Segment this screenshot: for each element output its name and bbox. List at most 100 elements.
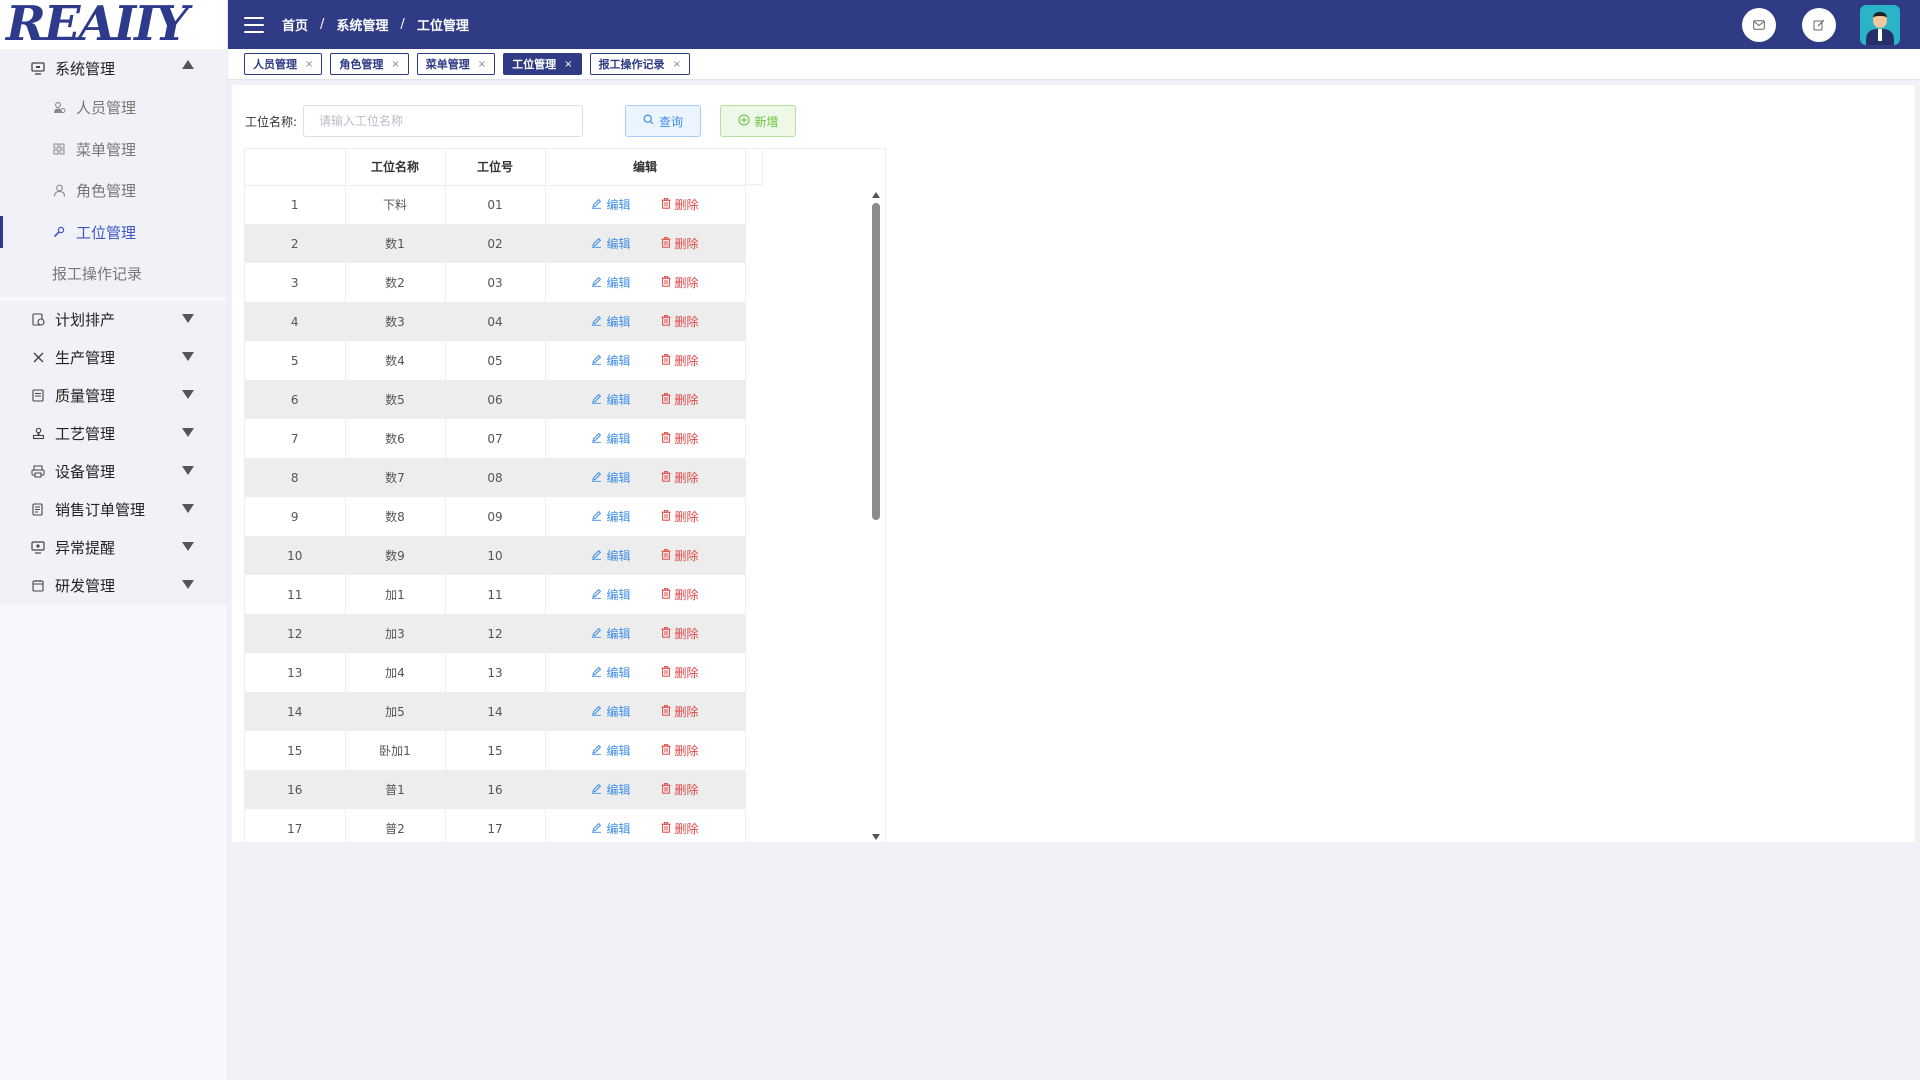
table-scrollbar[interactable] <box>870 190 882 842</box>
sidebar: REAIIY 系统管理 人员管理 菜单管理 角色管理 工位管理 报工操作记录 计划排产生… <box>0 0 228 1080</box>
edit-button[interactable]: 编辑 <box>591 235 631 252</box>
edit-label: 编辑 <box>606 237 631 251</box>
delete-button[interactable]: 删除 <box>661 391 699 408</box>
delete-button[interactable]: 删除 <box>661 820 699 837</box>
sidebar-item[interactable]: 设备管理 <box>0 453 227 491</box>
cell-actions: 编辑 删除 <box>545 380 746 419</box>
delete-button[interactable]: 删除 <box>661 196 699 213</box>
table-row: 12 加3 12 编辑 删除 <box>245 614 746 653</box>
tab-item[interactable]: 菜单管理 × <box>416 53 496 75</box>
delete-button[interactable]: 删除 <box>661 274 699 291</box>
table-row: 4 数3 04 编辑 删除 <box>245 302 746 341</box>
tab-item[interactable]: 人员管理 × <box>244 53 323 75</box>
trash-icon <box>661 665 671 680</box>
delete-button[interactable]: 删除 <box>661 352 699 369</box>
close-icon[interactable]: × <box>305 59 313 70</box>
tab-item[interactable]: 报工操作记录 × <box>589 53 690 75</box>
sidebar-sub-item[interactable]: 角色管理 <box>0 170 227 212</box>
breadcrumb-home[interactable]: 首页 <box>282 15 308 34</box>
search-label: 工位名称: <box>245 114 298 129</box>
delete-button[interactable]: 删除 <box>661 586 699 603</box>
edit-button[interactable]: 编辑 <box>591 196 631 213</box>
edit-button[interactable]: 编辑 <box>591 664 631 681</box>
sidebar-sub-item[interactable]: 报工操作记录 <box>0 253 227 295</box>
delete-button[interactable]: 删除 <box>661 742 699 759</box>
delete-label: 删除 <box>674 432 699 446</box>
table-row: 16 普1 16 编辑 删除 <box>245 770 746 809</box>
breadcrumb-system[interactable]: 系统管理 <box>336 15 388 34</box>
sidebar-item[interactable]: 质量管理 <box>0 377 227 415</box>
edit-icon <box>591 588 602 602</box>
close-icon[interactable]: × <box>478 59 486 70</box>
sidebar-item[interactable]: 异常提醒 <box>0 529 227 567</box>
edit-icon[interactable] <box>1802 7 1836 42</box>
delete-button[interactable]: 删除 <box>661 235 699 252</box>
sidebar-sub-item[interactable]: 菜单管理 <box>0 129 227 171</box>
avatar[interactable] <box>1860 4 1900 45</box>
delete-button[interactable]: 删除 <box>661 781 699 798</box>
delete-button[interactable]: 删除 <box>661 703 699 720</box>
schedule-icon <box>30 312 46 328</box>
edit-button[interactable]: 编辑 <box>591 820 631 837</box>
cell-station-number: 13 <box>445 653 546 692</box>
edit-button[interactable]: 编辑 <box>591 742 631 759</box>
sidebar-sub-item[interactable]: 工位管理 <box>0 212 227 254</box>
edit-button[interactable]: 编辑 <box>591 508 631 525</box>
edit-button[interactable]: 编辑 <box>591 625 631 642</box>
breadcrumb: 首页 / 系统管理 / 工位管理 <box>282 15 469 34</box>
delete-button[interactable]: 删除 <box>661 508 699 525</box>
edit-icon <box>591 354 602 368</box>
users-icon <box>52 101 66 115</box>
mail-icon[interactable] <box>1742 7 1776 42</box>
tab-item[interactable]: 角色管理 × <box>330 53 409 75</box>
top-header: 首页 / 系统管理 / 工位管理 <box>228 0 1920 49</box>
cell-index: 7 <box>245 419 346 458</box>
edit-button[interactable]: 编辑 <box>591 430 631 447</box>
edit-button[interactable]: 编辑 <box>591 703 631 720</box>
delete-button[interactable]: 删除 <box>661 430 699 447</box>
edit-button[interactable]: 编辑 <box>591 352 631 369</box>
edit-button[interactable]: 编辑 <box>591 586 631 603</box>
cell-station-number: 15 <box>445 731 546 770</box>
query-button[interactable]: 查询 <box>625 105 702 137</box>
scroll-thumb[interactable] <box>872 203 880 520</box>
menu-item-system[interactable]: 系统管理 <box>0 49 227 87</box>
close-icon[interactable]: × <box>391 59 399 70</box>
close-icon[interactable]: × <box>673 59 681 70</box>
close-icon[interactable]: × <box>564 59 572 70</box>
edit-button[interactable]: 编辑 <box>591 469 631 486</box>
tab-label: 菜单管理 <box>425 58 470 71</box>
hamburger-icon[interactable] <box>244 16 264 33</box>
edit-label: 编辑 <box>606 588 631 602</box>
sidebar-item[interactable]: 销售订单管理 <box>0 491 227 529</box>
sidebar-item[interactable]: 研发管理 <box>0 567 227 605</box>
delete-button[interactable]: 删除 <box>661 664 699 681</box>
sidebar-item[interactable]: 计划排产 <box>0 301 227 339</box>
monitor-icon <box>30 60 46 76</box>
scroll-up-icon[interactable] <box>872 192 880 198</box>
sidebar-item[interactable]: 工艺管理 <box>0 415 227 453</box>
station-name-input[interactable] <box>303 105 584 137</box>
edit-button[interactable]: 编辑 <box>591 781 631 798</box>
sidebar-sub-item[interactable]: 人员管理 <box>0 87 227 129</box>
edit-button[interactable]: 编辑 <box>591 313 631 330</box>
tab-item[interactable]: 工位管理 × <box>503 53 582 75</box>
delete-button[interactable]: 删除 <box>661 313 699 330</box>
cell-station-number: 11 <box>445 575 546 614</box>
search-row: 工位名称: 查询 新增 <box>245 105 797 137</box>
sidebar-sub-item-label: 报工操作记录 <box>52 265 143 284</box>
add-button[interactable]: 新增 <box>720 105 797 137</box>
delete-button[interactable]: 删除 <box>661 469 699 486</box>
edit-button[interactable]: 编辑 <box>591 547 631 564</box>
edit-icon <box>591 237 602 251</box>
edit-button[interactable]: 编辑 <box>591 391 631 408</box>
cell-station-name: 卧加1 <box>345 731 446 770</box>
sidebar-item[interactable]: 生产管理 <box>0 339 227 377</box>
cell-station-name: 加3 <box>345 614 446 653</box>
delete-button[interactable]: 删除 <box>661 547 699 564</box>
grid-icon <box>52 142 66 156</box>
edit-button[interactable]: 编辑 <box>591 274 631 291</box>
delete-button[interactable]: 删除 <box>661 625 699 642</box>
scroll-down-icon[interactable] <box>872 834 880 840</box>
cell-index: 6 <box>245 380 346 419</box>
